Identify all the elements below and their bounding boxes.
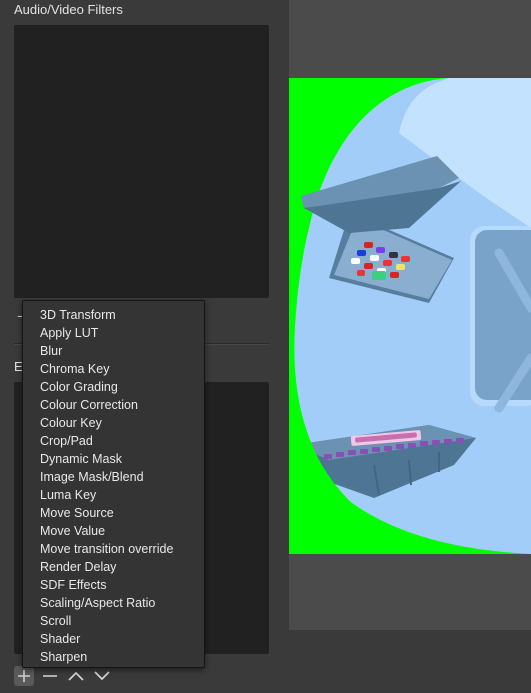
menu-item-sdf-effects[interactable]: SDF Effects: [23, 576, 204, 594]
menu-item-colour-key[interactable]: Colour Key: [23, 414, 204, 432]
chevron-up-icon: [68, 671, 84, 681]
effect-filters-toolbar: [14, 666, 112, 688]
plus-icon: [18, 670, 30, 682]
menu-item-blur[interactable]: Blur: [23, 342, 204, 360]
menu-item-shader[interactable]: Shader: [23, 630, 204, 648]
menu-item-apply-lut[interactable]: Apply LUT: [23, 324, 204, 342]
minus-icon: [43, 675, 57, 677]
chevron-down-icon: [94, 671, 110, 681]
remove-filter-button[interactable]: [40, 666, 60, 686]
menu-item-luma-key[interactable]: Luma Key: [23, 486, 204, 504]
menu-item-sharpen[interactable]: Sharpen: [23, 648, 204, 666]
move-filter-up-button[interactable]: [66, 666, 86, 686]
menu-item-move-transition-override[interactable]: Move transition override: [23, 540, 204, 558]
add-filter-menu: 3D Transform Apply LUT Blur Chroma Key Color…: [22, 300, 205, 668]
menu-item-image-mask-blend[interactable]: Image Mask/Blend: [23, 468, 204, 486]
menu-item-render-delay[interactable]: Render Delay: [23, 558, 204, 576]
add-filter-button[interactable]: [14, 666, 34, 686]
menu-item-color-grading[interactable]: Color Grading: [23, 378, 204, 396]
menu-item-colour-correction[interactable]: Colour Correction: [23, 396, 204, 414]
menu-item-3d-transform[interactable]: 3D Transform: [23, 306, 204, 324]
menu-item-crop-pad[interactable]: Crop/Pad: [23, 432, 204, 450]
menu-item-move-source[interactable]: Move Source: [23, 504, 204, 522]
audio-video-filters-label: Audio/Video Filters: [14, 2, 123, 17]
menu-item-move-value[interactable]: Move Value: [23, 522, 204, 540]
menu-item-dynamic-mask[interactable]: Dynamic Mask: [23, 450, 204, 468]
audio-video-filters-list[interactable]: [14, 25, 269, 298]
lower-console: [289, 420, 489, 500]
menu-item-scaling-aspect-ratio[interactable]: Scaling/Aspect Ratio: [23, 594, 204, 612]
menu-item-scroll[interactable]: Scroll: [23, 612, 204, 630]
move-filter-down-button[interactable]: [92, 666, 112, 686]
menu-item-chroma-key[interactable]: Chroma Key: [23, 360, 204, 378]
